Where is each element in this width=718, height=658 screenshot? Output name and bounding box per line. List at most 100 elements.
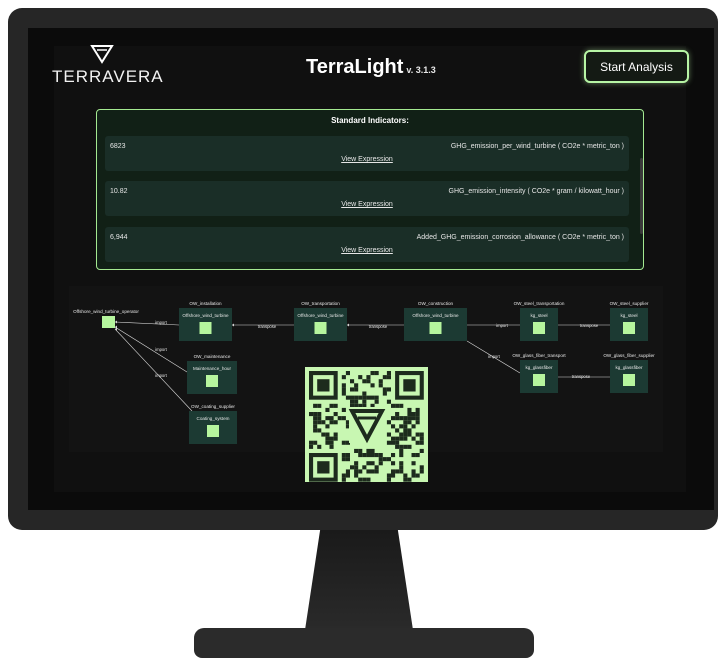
process-group-label: OW_coating_supplier — [191, 404, 235, 409]
process-group-label: OW_transportation — [301, 301, 340, 306]
qr-module — [341, 477, 346, 482]
qr-module — [366, 379, 371, 384]
indicator-value: 6823 — [110, 143, 126, 150]
operator-node — [102, 316, 115, 328]
qr-module — [317, 403, 322, 408]
process-group-label: OW_steel_supplier — [610, 301, 649, 306]
qr-module — [399, 403, 404, 408]
qr-module — [313, 440, 318, 445]
diagram-edge — [114, 326, 188, 373]
view-expression-link[interactable]: View Expression — [105, 201, 629, 208]
qr-module — [391, 469, 396, 474]
qr-module — [358, 448, 363, 453]
edge-label: import — [155, 320, 167, 325]
qr-module — [374, 469, 379, 474]
qr-module — [325, 424, 330, 429]
qr-module — [366, 448, 371, 453]
qr-module — [399, 432, 404, 437]
qr-module — [378, 379, 383, 384]
qr-module — [325, 407, 330, 412]
qr-module — [395, 436, 400, 441]
qr-module — [325, 436, 330, 441]
qr-module — [399, 444, 404, 449]
panel-scrollbar[interactable] — [640, 158, 643, 234]
qr-finder-top-left-eye — [317, 379, 330, 392]
qr-code[interactable] — [305, 367, 428, 482]
qr-module — [345, 371, 350, 376]
qr-module — [391, 424, 396, 429]
qr-module — [386, 473, 391, 478]
qr-module — [345, 453, 350, 458]
qr-module — [329, 403, 334, 408]
qr-module — [354, 395, 359, 400]
qr-module — [325, 416, 330, 421]
process-label: kg_glassfiber — [615, 365, 643, 370]
qr-module — [419, 448, 424, 453]
qr-module — [411, 473, 416, 478]
qr-module — [317, 416, 322, 421]
qr-module — [345, 469, 350, 474]
qr-module — [329, 420, 334, 425]
qr-module — [370, 469, 375, 474]
qr-module — [350, 379, 355, 384]
qr-module — [333, 420, 338, 425]
qr-module — [419, 440, 424, 445]
qr-module — [395, 440, 400, 445]
qr-module — [411, 416, 416, 421]
indicator-row: 6,944 Added_GHG_emission_corrosion_allow… — [105, 227, 629, 262]
process-port — [533, 374, 545, 386]
edge-label: transpose — [572, 374, 591, 379]
edge-label: import — [488, 354, 500, 359]
qr-module — [362, 391, 367, 396]
qr-module — [374, 453, 379, 458]
qr-module — [350, 399, 355, 404]
view-expression-link[interactable]: View Expression — [105, 156, 629, 163]
qr-module — [407, 432, 412, 437]
qr-module — [415, 473, 420, 478]
qr-module — [341, 416, 346, 421]
view-expression-link[interactable]: View Expression — [105, 247, 629, 254]
qr-module — [366, 375, 371, 380]
qr-module — [415, 432, 420, 437]
app-version: v. 3.1.3 — [406, 65, 436, 75]
qr-module — [333, 432, 338, 437]
qr-module — [407, 416, 412, 421]
qr-module — [407, 420, 412, 425]
start-analysis-button[interactable]: Start Analysis — [584, 50, 689, 83]
qr-module — [378, 383, 383, 388]
qr-module — [309, 412, 314, 417]
qr-module — [341, 407, 346, 412]
qr-module — [411, 453, 416, 458]
qr-module — [345, 473, 350, 478]
qr-module — [309, 444, 314, 449]
qr-module — [419, 469, 424, 474]
process-label: Offshore_wind_turbine — [182, 313, 229, 318]
qr-module — [321, 420, 326, 425]
qr-module — [407, 444, 412, 449]
qr-module — [354, 461, 359, 466]
qr-module — [313, 412, 318, 417]
qr-module — [399, 416, 404, 421]
qr-module — [313, 428, 318, 433]
qr-module — [350, 395, 355, 400]
qr-module — [391, 453, 396, 458]
qr-module — [341, 473, 346, 478]
qr-module — [391, 403, 396, 408]
qr-module — [395, 428, 400, 433]
edge-arrowhead — [115, 320, 117, 324]
app-title-text: TerraLight — [306, 56, 404, 78]
qr-module — [313, 424, 318, 429]
qr-module — [350, 465, 355, 470]
qr-module — [386, 375, 391, 380]
process-port — [207, 425, 219, 437]
qr-module — [362, 379, 367, 384]
qr-module — [395, 416, 400, 421]
process-label: kg_glassfiber — [525, 365, 553, 370]
qr-module — [358, 395, 363, 400]
qr-module — [374, 395, 379, 400]
process-port — [429, 322, 442, 334]
brand-logo[interactable]: TERRAVERA — [52, 44, 163, 88]
qr-module — [366, 395, 371, 400]
qr-module — [386, 399, 391, 404]
qr-module — [391, 416, 396, 421]
